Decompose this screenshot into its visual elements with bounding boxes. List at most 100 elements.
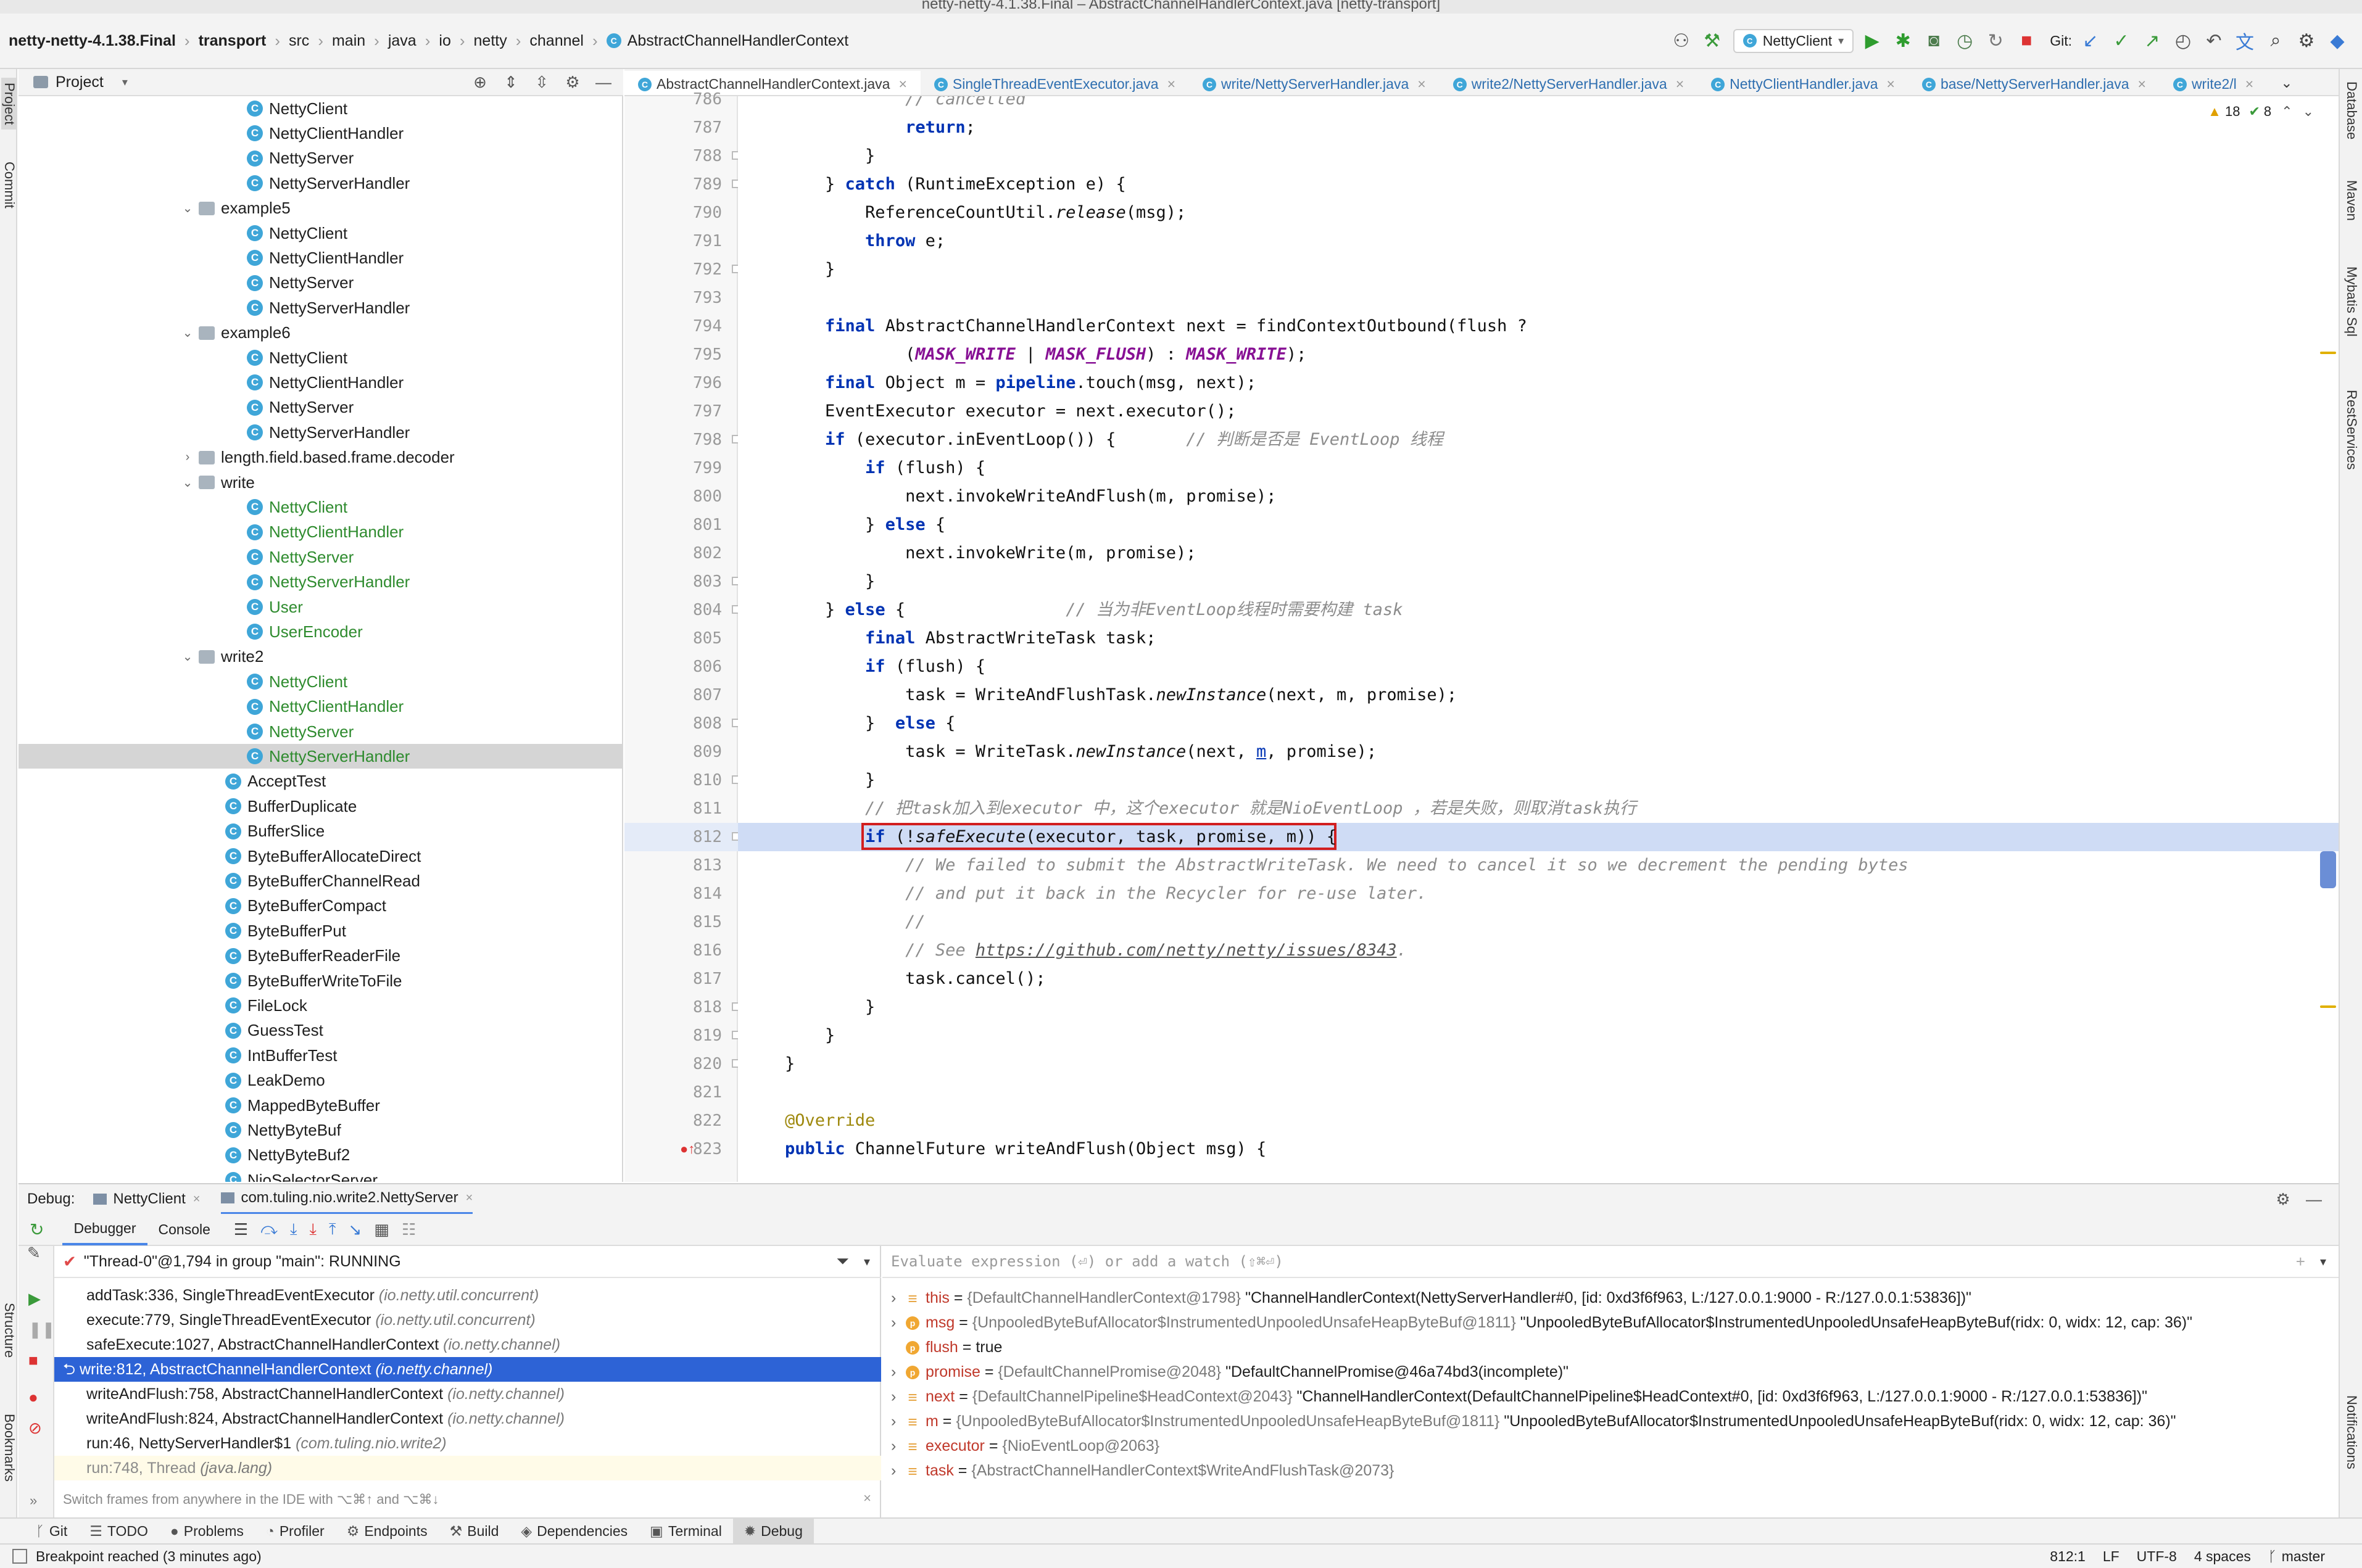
chevron-up-icon[interactable]: ⌃ — [2281, 104, 2292, 120]
translate-icon[interactable]: 文 — [2232, 28, 2257, 53]
tree-class-item[interactable]: C ByteBufferPut — [225, 918, 346, 943]
menu-icon[interactable]: ☰ — [234, 1220, 248, 1239]
profile-icon[interactable]: ◷ — [1952, 28, 1977, 53]
tool-window-tab[interactable]: ◈ Dependencies — [510, 1518, 639, 1544]
git-update-icon[interactable]: ↙ — [2078, 28, 2103, 53]
variable-row[interactable]: › ≡ task = {AbstractChannelHandlerContext$… — [891, 1458, 1394, 1483]
stack-frame[interactable]: ⮌ write:812, AbstractChannelHandlerConte… — [54, 1357, 881, 1382]
tree-folder[interactable]: ⌄ example5 — [181, 196, 291, 221]
more-icon[interactable]: » — [30, 1493, 37, 1509]
code-line[interactable]: final AbstractWriteTask task; — [785, 624, 1156, 653]
stop-icon[interactable]: ■ — [2014, 28, 2039, 53]
tree-class-item[interactable]: C NettyServer — [247, 271, 354, 295]
close-icon[interactable]: × — [1887, 76, 1895, 93]
file-encoding[interactable]: UTF-8 — [2137, 1548, 2177, 1565]
cursor-position[interactable]: 812:1 — [2050, 1548, 2086, 1565]
breadcrumb-item[interactable]: java — [388, 32, 416, 50]
tree-class-item[interactable]: C BufferDuplicate — [225, 794, 357, 819]
code-line[interactable]: public ChannelFuture writeAndFlush(Objec… — [785, 1135, 1266, 1163]
chevron-right-icon[interactable]: › — [891, 1458, 906, 1483]
editor-tab[interactable]: Cbase/NettyServerHandler.java × — [1908, 71, 2160, 96]
tool-window-tab[interactable]: ▣ Terminal — [639, 1518, 733, 1544]
side-tab-mybatis-sql[interactable]: Mybatis Sql — [2343, 266, 2360, 337]
tool-window-tab[interactable]: ✹ Debug — [732, 1518, 814, 1544]
tool-window-tab[interactable]: ᚴ Git — [25, 1518, 78, 1544]
breadcrumb-item[interactable]: AbstractChannelHandlerContext — [628, 32, 849, 50]
debug-session-tab-active[interactable]: com.tuling.nio.write2.NettyServer × — [221, 1184, 473, 1215]
tree-class-item[interactable]: C NettyServerHandler — [247, 570, 410, 595]
code-line[interactable]: EventExecutor executor = next.executor()… — [785, 397, 1236, 426]
chevron-down-icon[interactable]: ⌄ — [181, 475, 194, 490]
breadcrumb-item[interactable]: main — [332, 32, 365, 50]
editor-tab[interactable]: Cwrite2/l × — [2160, 71, 2267, 96]
side-tab-database[interactable]: Database — [2343, 81, 2360, 139]
close-icon[interactable]: × — [1167, 76, 1175, 93]
tree-class-item[interactable]: C NettyServer — [247, 395, 354, 420]
code-line[interactable]: } — [785, 1021, 835, 1050]
code-line[interactable]: } else { — [785, 511, 945, 539]
tree-class-item[interactable]: C FileLock — [225, 993, 307, 1018]
tree-class-item[interactable]: C NioSelectorServer — [225, 1168, 378, 1182]
indent-setting[interactable]: 4 spaces — [2194, 1548, 2251, 1565]
code-line[interactable]: next.invokeWrite(m, promise); — [785, 539, 1196, 567]
code-line[interactable]: return; — [785, 113, 976, 142]
tree-class-item[interactable]: C NettyServerHandler — [247, 295, 410, 320]
chevron-down-icon[interactable]: ⌄ — [2303, 104, 2314, 120]
code-line[interactable]: // See https://github.com/netty/netty/is… — [785, 936, 1407, 965]
tree-class-item[interactable]: C NettyByteBuf — [225, 1118, 341, 1142]
editor-tab[interactable]: Cwrite2/NettyServerHandler.java × — [1440, 71, 1697, 96]
stack-frame[interactable]: execute:779, SingleThreadEventExecutor (… — [54, 1308, 881, 1332]
variable-row[interactable]: › ≡ next = {DefaultChannelPipeline$HeadCon… — [891, 1384, 2147, 1409]
side-tab-maven[interactable]: Maven — [2343, 180, 2360, 221]
tabs-overflow-icon[interactable]: ⌄ — [2267, 69, 2306, 95]
chevron-right-icon[interactable]: › — [891, 1434, 906, 1458]
tree-class-item[interactable]: C NettyClient — [247, 495, 347, 519]
code-line[interactable]: } — [785, 993, 875, 1021]
side-tab-project[interactable]: Project — [1, 78, 17, 130]
tree-class-item[interactable]: C NettyServerHandler — [19, 744, 622, 769]
code-line[interactable]: if (flush) { — [785, 454, 985, 482]
editor-tab[interactable]: C AbstractChannelHandlerContext.java × — [624, 70, 921, 95]
code-line[interactable]: final AbstractChannelHandlerContext next… — [785, 312, 1527, 340]
code-line[interactable]: @Override — [785, 1107, 875, 1135]
code-line[interactable]: // 把task加入到executor 中，这个executor 就是NioEv… — [785, 794, 1636, 823]
minimize-icon[interactable]: — — [591, 70, 616, 94]
variable-row[interactable]: › p promise = {DefaultChannelPromise@2048}… — [891, 1360, 1568, 1384]
trace-icon[interactable]: ☷ — [402, 1220, 416, 1239]
step-over-icon[interactable]: ⤼ — [260, 1219, 278, 1239]
chevron-down-icon[interactable]: ⌄ — [181, 649, 194, 664]
gear-icon[interactable]: ⚙ — [2271, 1187, 2295, 1211]
filter-icon[interactable]: ⏷ — [836, 1252, 849, 1271]
step-out-icon[interactable]: ⤒ — [329, 1219, 336, 1239]
side-tab-structure[interactable]: Structure — [1, 1303, 17, 1358]
rerun-icon[interactable]: ↻ — [30, 1219, 44, 1240]
mute-breakpoints-icon[interactable]: ⊘ — [28, 1419, 42, 1438]
code-line[interactable]: // — [785, 908, 926, 936]
settings-wrench-icon[interactable]: ✎ — [27, 1244, 41, 1263]
code-line[interactable]: next.invokeWriteAndFlush(m, promise); — [785, 482, 1276, 511]
tree-folder[interactable]: ⌄ write — [181, 470, 255, 495]
close-icon[interactable]: × — [1417, 76, 1425, 93]
tree-class-item[interactable]: C NettyServer — [247, 719, 354, 744]
code-line[interactable]: task = WriteTask.newInstance(next, m, pr… — [785, 738, 1377, 766]
close-icon[interactable]: × — [898, 76, 906, 93]
tree-class-item[interactable]: C UserEncoder — [247, 619, 363, 644]
code-line[interactable]: if (executor.inEventLoop()) { // 判断是否是 E… — [785, 426, 1443, 454]
tree-class-item[interactable]: C NettyServer — [247, 545, 354, 569]
tree-class-item[interactable]: C NettyClient — [247, 221, 347, 246]
breadcrumb-item[interactable]: channel — [529, 32, 584, 50]
code-line[interactable]: } — [785, 766, 875, 794]
variable-row[interactable]: › p msg = {UnpooledByteBufAllocator$Instru… — [891, 1310, 2192, 1335]
stack-frame[interactable]: safeExecute:1027, AbstractChannelHandler… — [54, 1332, 881, 1357]
tree-folder[interactable]: ⌄ write2 — [181, 645, 264, 669]
stop-icon[interactable]: ■ — [28, 1351, 38, 1370]
rollback-icon[interactable]: ↶ — [2202, 28, 2226, 53]
tree-class-item[interactable]: C GuessTest — [225, 1018, 323, 1043]
tree-class-item[interactable]: C NettyClientHandler — [247, 370, 404, 395]
tool-window-tab[interactable]: ◔ Profiler — [255, 1518, 336, 1544]
variable-row[interactable]: › ≡ executor = {NioEventLoop@2063} — [891, 1434, 1159, 1458]
git-branch[interactable]: master — [2282, 1548, 2325, 1565]
tree-folder[interactable]: › length.field.based.frame.decoder — [181, 445, 455, 470]
tree-class-item[interactable]: C NettyClientHandler — [247, 246, 404, 270]
stack-frame[interactable]: run:46, NettyServerHandler$1 (com.tuling… — [54, 1431, 881, 1456]
